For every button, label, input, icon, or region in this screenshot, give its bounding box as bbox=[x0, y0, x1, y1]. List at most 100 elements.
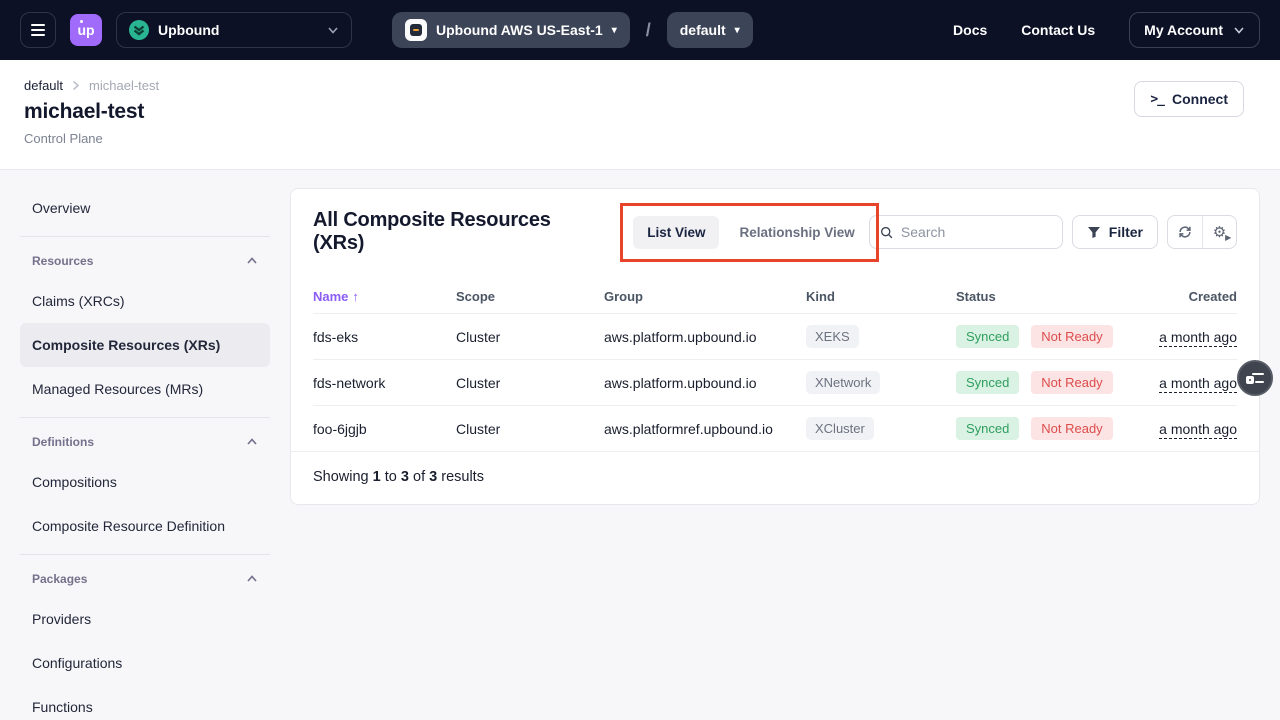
breadcrumb-parent[interactable]: default bbox=[24, 78, 63, 93]
connect-button[interactable]: >_ Connect bbox=[1134, 81, 1244, 117]
cell-scope: Cluster bbox=[456, 421, 604, 437]
control-plane-select[interactable]: Upbound AWS US-East-1 ▾ bbox=[392, 12, 630, 48]
created-tooltip-link[interactable]: a month ago bbox=[1159, 329, 1237, 345]
top-navigation-bar: up Upbound Upbound AWS US-East-1 ▾ / def… bbox=[0, 0, 1280, 60]
cell-scope: Cluster bbox=[456, 375, 604, 391]
cell-created: a month ago bbox=[1124, 375, 1237, 391]
logo-text: up bbox=[77, 22, 94, 38]
sidebar-item-overview[interactable]: Overview bbox=[20, 186, 270, 230]
column-header-group[interactable]: Group bbox=[604, 289, 806, 304]
cell-group: aws.platform.upbound.io bbox=[604, 375, 806, 391]
refresh-button[interactable] bbox=[1168, 216, 1202, 248]
table-row[interactable]: fds-network Cluster aws.platform.upbound… bbox=[313, 359, 1237, 405]
sidebar-item-composite-resources[interactable]: Composite Resources (XRs) bbox=[20, 323, 270, 367]
sidebar-item-providers[interactable]: Providers bbox=[20, 597, 270, 641]
sidebar-item-functions[interactable]: Functions bbox=[20, 685, 270, 720]
resources-table: Name↑ Scope Group Kind Status Created fd… bbox=[291, 279, 1259, 451]
sidebar-section-definitions[interactable]: Definitions bbox=[20, 424, 270, 460]
cell-name[interactable]: fds-network bbox=[313, 375, 456, 391]
search-input[interactable] bbox=[901, 224, 1052, 240]
menu-icon[interactable] bbox=[20, 12, 56, 48]
table-results-summary: Showing 1 to 3 of 3 results bbox=[291, 451, 1259, 504]
control-plane-icon bbox=[405, 19, 427, 41]
list-view-tab[interactable]: List View bbox=[633, 216, 719, 249]
breadcrumb-chevron-icon bbox=[72, 80, 80, 91]
org-avatar-icon bbox=[129, 20, 149, 40]
my-account-button[interactable]: My Account bbox=[1129, 12, 1260, 48]
column-header-created[interactable]: Created bbox=[1124, 289, 1237, 304]
search-box[interactable] bbox=[869, 215, 1063, 249]
view-toggle: List View Relationship View bbox=[633, 216, 869, 249]
synced-badge: Synced bbox=[956, 417, 1019, 440]
namespace-select[interactable]: default ▾ bbox=[667, 12, 753, 48]
auto-refresh-settings-button[interactable]: ⚙ ▶ bbox=[1202, 216, 1236, 248]
organization-select[interactable]: Upbound bbox=[116, 12, 352, 48]
column-header-kind[interactable]: Kind bbox=[806, 289, 956, 304]
consent-widget-icon bbox=[1246, 372, 1264, 384]
divider bbox=[20, 236, 270, 237]
cell-scope: Cluster bbox=[456, 329, 604, 345]
sidebar-item-managed-resources[interactable]: Managed Resources (MRs) bbox=[20, 367, 270, 411]
logo-dot bbox=[80, 20, 83, 23]
connect-label: Connect bbox=[1172, 91, 1228, 107]
synced-badge: Synced bbox=[956, 325, 1019, 348]
table-actions-group: ⚙ ▶ bbox=[1167, 215, 1237, 249]
cell-status: Synced Not Ready bbox=[956, 371, 1124, 394]
upbound-logo[interactable]: up bbox=[70, 14, 102, 46]
cell-kind: XCluster bbox=[806, 417, 956, 440]
divider bbox=[20, 417, 270, 418]
column-header-scope[interactable]: Scope bbox=[456, 289, 604, 304]
kind-badge: XCluster bbox=[806, 417, 874, 440]
my-account-label: My Account bbox=[1144, 22, 1223, 38]
cell-status: Synced Not Ready bbox=[956, 325, 1124, 348]
cell-group: aws.platformref.upbound.io bbox=[604, 421, 806, 437]
chevron-up-icon bbox=[246, 436, 258, 448]
docs-link[interactable]: Docs bbox=[953, 22, 987, 38]
cell-name[interactable]: foo-6jgjb bbox=[313, 421, 456, 437]
sidebar-section-resources[interactable]: Resources bbox=[20, 243, 270, 279]
table-row[interactable]: foo-6jgjb Cluster aws.platformref.upboun… bbox=[313, 405, 1237, 451]
sidebar-item-compositions[interactable]: Compositions bbox=[20, 460, 270, 504]
contact-us-link[interactable]: Contact Us bbox=[1021, 22, 1095, 38]
filter-label: Filter bbox=[1109, 224, 1143, 240]
page-header: default michael-test michael-test Contro… bbox=[0, 60, 1280, 170]
column-header-status[interactable]: Status bbox=[956, 289, 1124, 304]
sidebar-item-composite-resource-definition[interactable]: Composite Resource Definition bbox=[20, 504, 270, 548]
cell-name[interactable]: fds-eks bbox=[313, 329, 456, 345]
page-subtitle: Control Plane bbox=[24, 131, 1244, 146]
cell-group: aws.platform.upbound.io bbox=[604, 329, 806, 345]
sidebar-section-packages[interactable]: Packages bbox=[20, 561, 270, 597]
column-header-name[interactable]: Name↑ bbox=[313, 289, 456, 304]
page-title: michael-test bbox=[24, 100, 1244, 124]
not-ready-badge: Not Ready bbox=[1031, 417, 1112, 440]
kind-badge: XEKS bbox=[806, 325, 859, 348]
table-header-row: Name↑ Scope Group Kind Status Created bbox=[313, 279, 1237, 313]
section-label: Resources bbox=[32, 254, 93, 268]
filter-funnel-icon bbox=[1087, 226, 1101, 239]
breadcrumb-current: michael-test bbox=[89, 78, 159, 93]
cell-kind: XEKS bbox=[806, 325, 956, 348]
org-name: Upbound bbox=[158, 22, 219, 38]
created-tooltip-link[interactable]: a month ago bbox=[1159, 375, 1237, 391]
cell-created: a month ago bbox=[1124, 329, 1237, 345]
refresh-icon bbox=[1177, 224, 1193, 240]
breadcrumb: default michael-test bbox=[24, 78, 1244, 93]
search-icon bbox=[880, 225, 893, 240]
namespace-name: default bbox=[680, 22, 726, 38]
chevron-down-icon bbox=[327, 24, 339, 36]
divider bbox=[20, 554, 270, 555]
filter-button[interactable]: Filter bbox=[1072, 215, 1158, 249]
not-ready-badge: Not Ready bbox=[1031, 325, 1112, 348]
table-row[interactable]: fds-eks Cluster aws.platform.upbound.io … bbox=[313, 313, 1237, 359]
results-total: 3 bbox=[429, 469, 437, 485]
sidebar-item-claims[interactable]: Claims (XRCs) bbox=[20, 279, 270, 323]
sidebar: Overview Resources Claims (XRCs) Composi… bbox=[20, 186, 270, 720]
sort-ascending-icon: ↑ bbox=[352, 289, 359, 304]
sidebar-item-configurations[interactable]: Configurations bbox=[20, 641, 270, 685]
relationship-view-tab[interactable]: Relationship View bbox=[725, 216, 868, 249]
created-tooltip-link[interactable]: a month ago bbox=[1159, 421, 1237, 437]
caret-down-icon: ▾ bbox=[612, 25, 617, 36]
section-label: Definitions bbox=[32, 435, 94, 449]
not-ready-badge: Not Ready bbox=[1031, 371, 1112, 394]
consent-widget-button[interactable] bbox=[1237, 360, 1273, 396]
